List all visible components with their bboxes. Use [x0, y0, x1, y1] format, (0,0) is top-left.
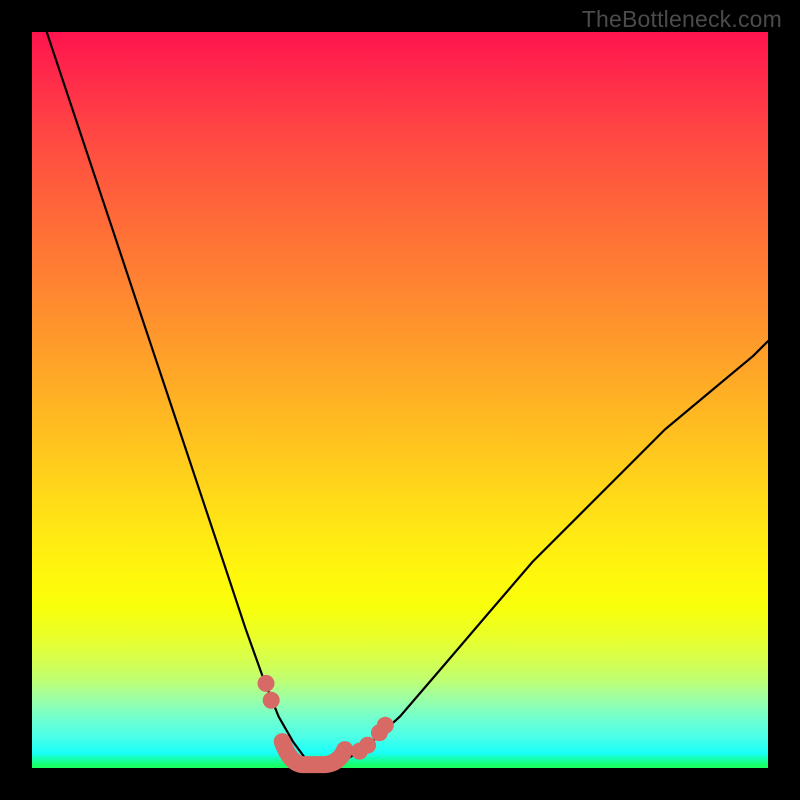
watermark-text: TheBottleneck.com: [582, 6, 782, 33]
highlight-dot: [263, 692, 280, 709]
bottleneck-curve: [47, 32, 768, 764]
outer-frame: TheBottleneck.com: [0, 0, 800, 800]
highlight-dot: [377, 717, 394, 734]
highlight-dot: [359, 737, 376, 754]
bottom-highlight: [282, 742, 345, 765]
highlight-dot: [258, 675, 275, 692]
plot-area: [32, 32, 768, 768]
curve-svg: [32, 32, 768, 768]
